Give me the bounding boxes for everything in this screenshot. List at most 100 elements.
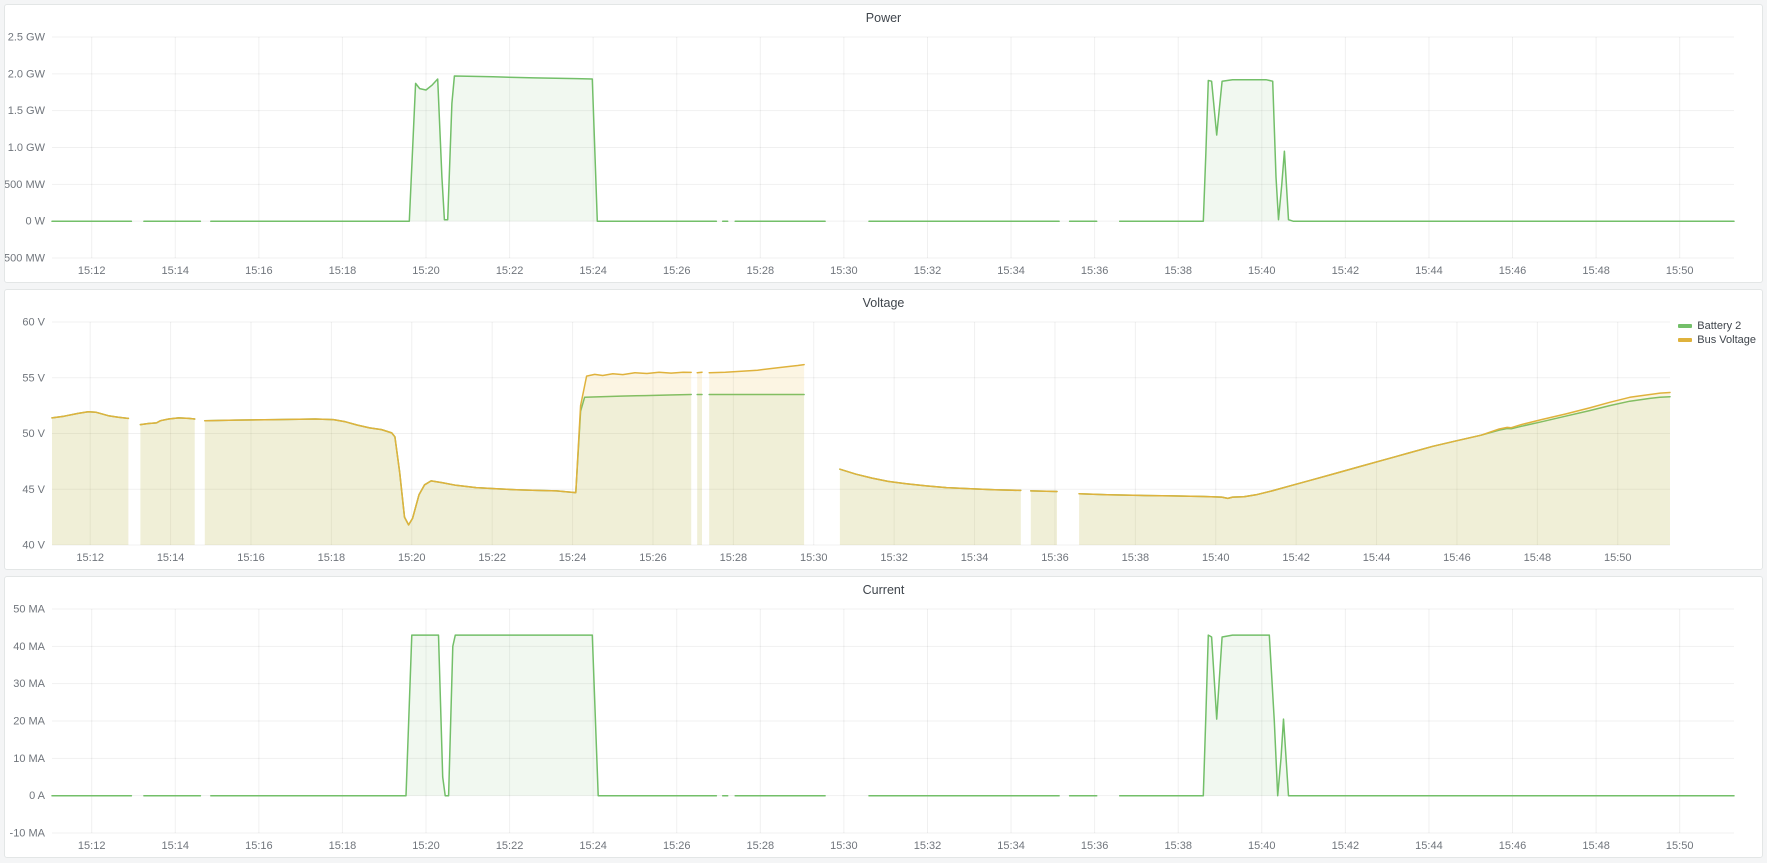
- series-fill: [840, 469, 1021, 545]
- series-fill: [211, 76, 717, 221]
- y-tick-label: 55 V: [22, 372, 45, 384]
- panel-voltage-title[interactable]: Voltage: [5, 290, 1762, 316]
- x-tick-label: 15:42: [1332, 265, 1360, 277]
- x-tick-label: 15:46: [1443, 552, 1471, 564]
- legend-item-bus-voltage[interactable]: Bus Voltage: [1678, 334, 1756, 346]
- series-line: [1031, 491, 1057, 492]
- chart-svg[interactable]: -10 MA0 A10 MA20 MA30 MA40 MA50 MA15:121…: [5, 603, 1762, 857]
- chart-svg[interactable]: -500 MW0 W500 MW1.0 GW1.5 GW2.0 GW2.5 GW…: [5, 31, 1762, 282]
- legend-label: Bus Voltage: [1697, 334, 1756, 346]
- x-tick-label: 15:24: [579, 840, 607, 852]
- x-tick-label: 15:24: [559, 552, 587, 564]
- x-tick-label: 15:24: [579, 265, 607, 277]
- x-tick-label: 15:34: [997, 840, 1025, 852]
- chart-svg[interactable]: 40 V45 V50 V55 V60 V15:1215:1415:1615:18…: [5, 316, 1762, 569]
- x-tick-label: 15:44: [1415, 840, 1443, 852]
- x-tick-label: 15:26: [663, 840, 691, 852]
- x-tick-label: 15:16: [245, 265, 273, 277]
- x-tick-label: 15:18: [329, 840, 357, 852]
- x-tick-label: 15:50: [1666, 265, 1694, 277]
- panel-power: Power -500 MW0 W500 MW1.0 GW1.5 GW2.0 GW…: [4, 4, 1763, 283]
- legend-swatch-icon: [1678, 324, 1692, 328]
- x-tick-label: 15:46: [1499, 265, 1527, 277]
- x-tick-label: 15:20: [398, 552, 426, 564]
- x-tick-label: 15:48: [1524, 552, 1552, 564]
- y-tick-label: 10 MA: [13, 753, 45, 765]
- x-tick-label: 15:30: [830, 265, 858, 277]
- y-tick-label: 45 V: [22, 484, 45, 496]
- x-tick-label: 15:40: [1202, 552, 1230, 564]
- x-tick-label: 15:34: [997, 265, 1025, 277]
- series-fill: [1031, 491, 1057, 545]
- panel-current: Current -10 MA0 A10 MA20 MA30 MA40 MA50 …: [4, 576, 1763, 858]
- y-tick-label: 0 A: [29, 790, 46, 802]
- x-tick-label: 15:22: [496, 265, 524, 277]
- x-tick-label: 15:20: [412, 265, 440, 277]
- panel-power-title[interactable]: Power: [5, 5, 1762, 31]
- x-tick-label: 15:40: [1248, 265, 1276, 277]
- grafana-dashboard: Power -500 MW0 W500 MW1.0 GW1.5 GW2.0 GW…: [0, 0, 1767, 863]
- current-chart-canvas[interactable]: -10 MA0 A10 MA20 MA30 MA40 MA50 MA15:121…: [5, 603, 1762, 857]
- x-tick-label: 15:50: [1666, 840, 1694, 852]
- x-tick-label: 15:40: [1248, 840, 1276, 852]
- y-tick-label: 2.5 GW: [8, 32, 46, 44]
- y-tick-label: 1.5 GW: [8, 105, 46, 117]
- panel-voltage: Voltage 40 V45 V50 V55 V60 V15:1215:1415…: [4, 289, 1763, 570]
- legend-label: Battery 2: [1697, 320, 1741, 332]
- x-tick-label: 15:20: [412, 840, 440, 852]
- x-tick-label: 15:18: [318, 552, 346, 564]
- y-tick-label: 20 MA: [13, 716, 45, 728]
- x-tick-label: 15:30: [800, 552, 828, 564]
- voltage-chart-canvas[interactable]: 40 V45 V50 V55 V60 V15:1215:1415:1615:18…: [5, 316, 1762, 569]
- x-tick-label: 15:48: [1582, 840, 1610, 852]
- y-tick-label: -10 MA: [10, 828, 46, 840]
- series-line: [697, 372, 702, 373]
- series-fill: [205, 372, 691, 545]
- x-tick-label: 15:32: [914, 265, 942, 277]
- x-tick-label: 15:18: [329, 265, 357, 277]
- x-tick-label: 15:14: [162, 840, 190, 852]
- x-tick-label: 15:32: [880, 552, 908, 564]
- x-tick-label: 15:16: [245, 840, 273, 852]
- series-fill: [709, 365, 804, 545]
- series-fill: [52, 412, 128, 545]
- x-tick-label: 15:12: [78, 840, 106, 852]
- series-fill: [211, 635, 717, 796]
- x-tick-label: 15:12: [78, 265, 106, 277]
- x-tick-label: 15:44: [1415, 265, 1443, 277]
- y-tick-label: 500 MW: [5, 179, 46, 191]
- x-tick-label: 15:38: [1164, 265, 1192, 277]
- series-fill: [1120, 635, 1734, 796]
- series-fill: [140, 418, 194, 545]
- x-tick-label: 15:26: [639, 552, 667, 564]
- y-tick-label: 50 MA: [13, 604, 45, 616]
- x-tick-label: 15:30: [830, 840, 858, 852]
- x-tick-label: 15:38: [1122, 552, 1150, 564]
- legend-swatch-icon: [1678, 338, 1692, 342]
- x-tick-label: 15:44: [1363, 552, 1391, 564]
- x-tick-label: 15:48: [1582, 265, 1610, 277]
- series-fill: [1120, 80, 1734, 222]
- x-tick-label: 15:26: [663, 265, 691, 277]
- y-tick-label: 1.0 GW: [8, 142, 46, 154]
- y-tick-label: -500 MW: [5, 253, 46, 265]
- y-tick-label: 50 V: [22, 428, 45, 440]
- panel-current-title[interactable]: Current: [5, 577, 1762, 603]
- x-tick-label: 15:16: [237, 552, 265, 564]
- y-tick-label: 40 MA: [13, 641, 45, 653]
- x-tick-label: 15:36: [1041, 552, 1069, 564]
- x-tick-label: 15:32: [914, 840, 942, 852]
- x-tick-label: 15:34: [961, 552, 989, 564]
- x-tick-label: 15:50: [1604, 552, 1632, 564]
- y-tick-label: 2.0 GW: [8, 68, 46, 80]
- x-tick-label: 15:42: [1332, 840, 1360, 852]
- x-tick-label: 15:12: [76, 552, 104, 564]
- power-chart-canvas[interactable]: -500 MW0 W500 MW1.0 GW1.5 GW2.0 GW2.5 GW…: [5, 31, 1762, 282]
- x-tick-label: 15:22: [496, 840, 524, 852]
- series-fill: [1079, 393, 1670, 546]
- x-tick-label: 15:36: [1081, 840, 1109, 852]
- legend-item-battery-2[interactable]: Battery 2: [1678, 320, 1756, 332]
- legend: Battery 2 Bus Voltage: [1678, 320, 1756, 346]
- x-tick-label: 15:42: [1282, 552, 1310, 564]
- y-tick-label: 40 V: [22, 540, 45, 552]
